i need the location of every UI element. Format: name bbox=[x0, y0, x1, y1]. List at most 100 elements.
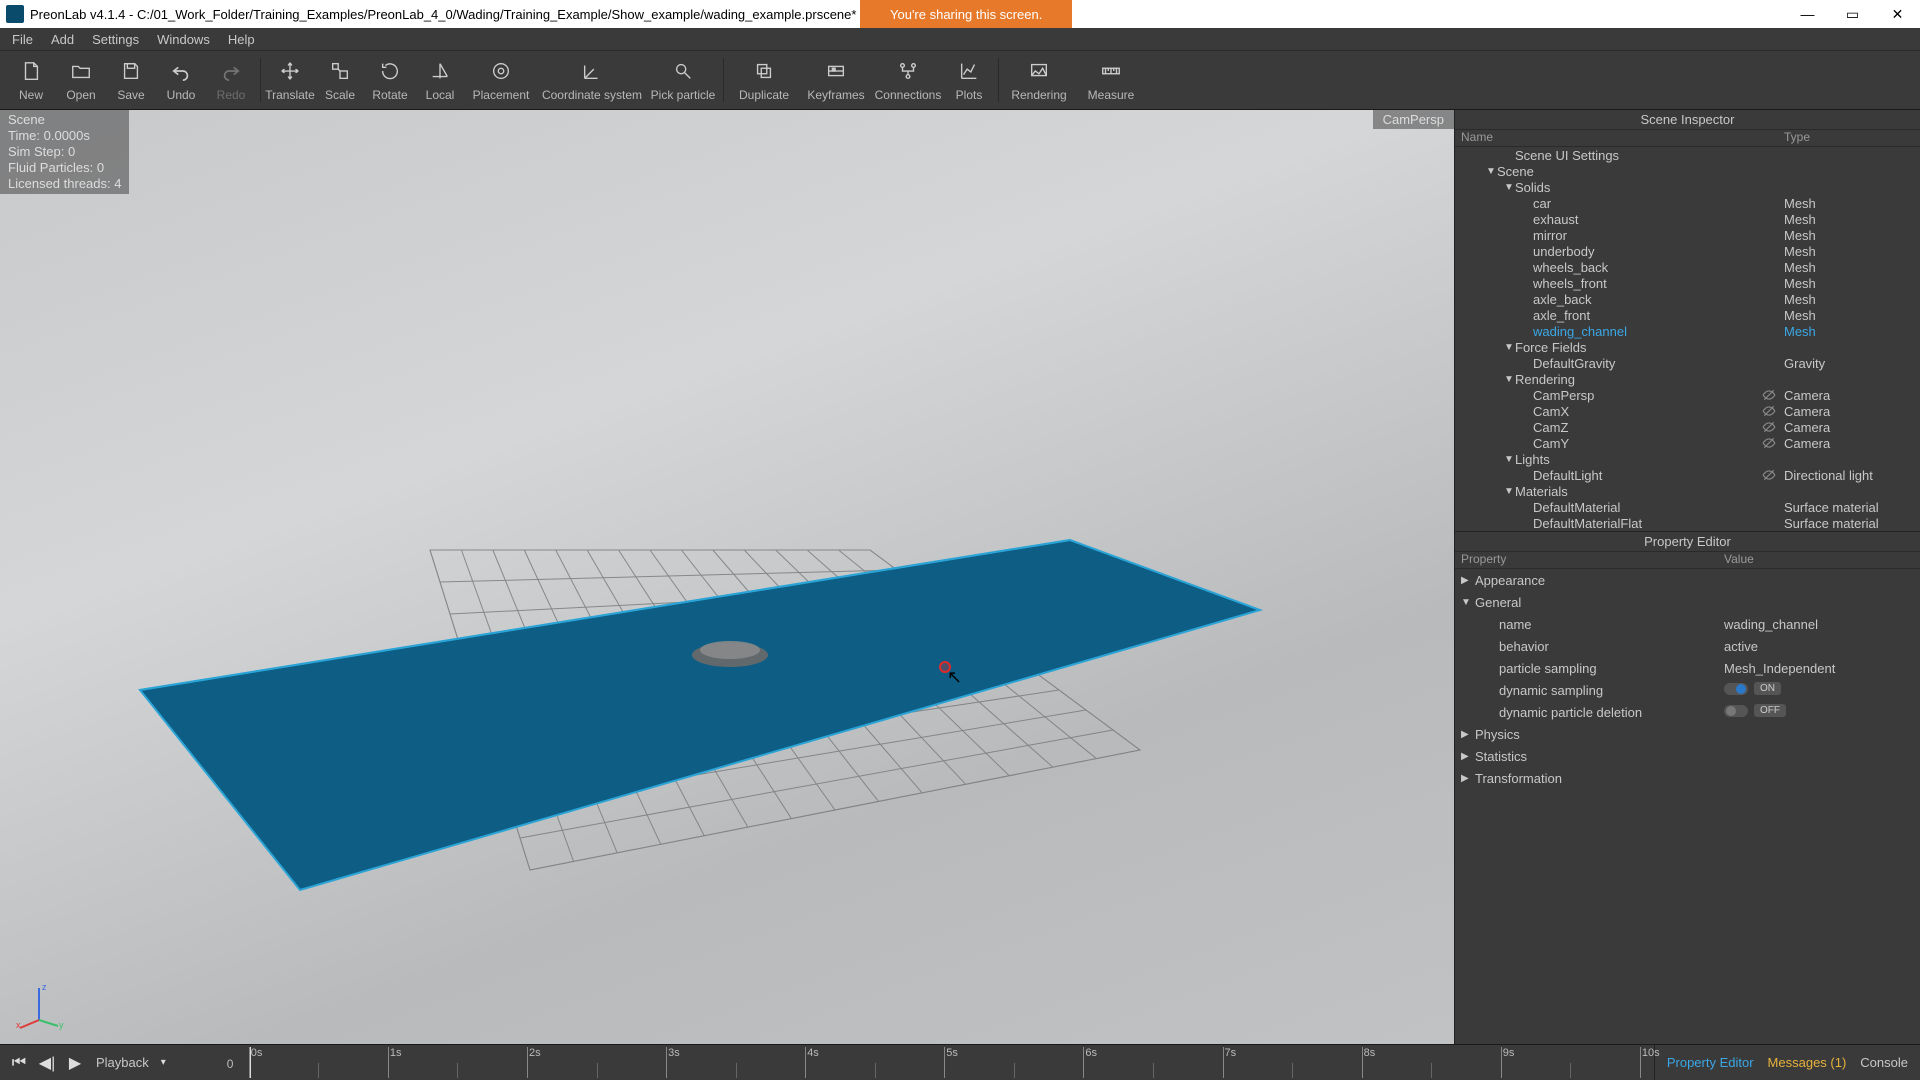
bottom-tabs: Property Editor Messages (1) Console bbox=[1654, 1045, 1920, 1080]
rewind-button[interactable]: ⏮ bbox=[8, 1052, 30, 1074]
toggle-switch[interactable] bbox=[1724, 705, 1748, 717]
toolbar-scale-button[interactable]: Scale bbox=[315, 54, 365, 106]
tree-item-camy[interactable]: CamYCamera bbox=[1455, 435, 1920, 451]
maximize-button[interactable]: ▭ bbox=[1830, 0, 1875, 28]
viewport-3d[interactable]: Scene Time: 0.0000s Sim Step: 0 Fluid Pa… bbox=[0, 110, 1454, 1044]
tick-major bbox=[1362, 1047, 1363, 1078]
toolbar-measure-button[interactable]: Measure bbox=[1075, 54, 1147, 106]
tree-item-wheels_front[interactable]: wheels_frontMesh bbox=[1455, 275, 1920, 291]
menu-file[interactable]: File bbox=[4, 30, 41, 49]
tree-item-materials[interactable]: ▼Materials bbox=[1455, 483, 1920, 499]
toolbar-translate-button[interactable]: Translate bbox=[265, 54, 315, 106]
prop-behavior[interactable]: behavioractive bbox=[1455, 635, 1920, 657]
tick-label: 7s bbox=[1225, 1047, 1237, 1059]
timeline[interactable]: 0 0s1s2s3s4s5s6s7s8s9s10s bbox=[187, 1047, 1648, 1078]
tree-item-defaultmaterialflat[interactable]: DefaultMaterialFlatSurface material bbox=[1455, 515, 1920, 531]
tick-major bbox=[666, 1047, 667, 1078]
tree-item-wading_channel[interactable]: wading_channelMesh bbox=[1455, 323, 1920, 339]
tree-item-scene[interactable]: ▼Scene bbox=[1455, 163, 1920, 179]
prop-group-general[interactable]: ▼General bbox=[1455, 591, 1920, 613]
tick-label: 0s bbox=[251, 1047, 263, 1059]
tree-item-mirror[interactable]: mirrorMesh bbox=[1455, 227, 1920, 243]
timeline-zero: 0 bbox=[227, 1057, 234, 1071]
prop-name[interactable]: namewading_channel bbox=[1455, 613, 1920, 635]
tree-item-defaultlight[interactable]: DefaultLightDirectional light bbox=[1455, 467, 1920, 483]
tick-minor bbox=[1153, 1063, 1154, 1079]
prop-particle-sampling[interactable]: particle samplingMesh_Independent bbox=[1455, 657, 1920, 679]
tree-item-defaultgravity[interactable]: DefaultGravityGravity bbox=[1455, 355, 1920, 371]
prop-group-transformation[interactable]: ▶Transformation bbox=[1455, 767, 1920, 789]
toolbar-connections-button[interactable]: Connections bbox=[872, 54, 944, 106]
tab-console[interactable]: Console bbox=[1860, 1055, 1908, 1070]
expand-arrow-icon: ▼ bbox=[1503, 374, 1515, 385]
toolbar-save-button[interactable]: Save bbox=[106, 54, 156, 106]
toolbar-local-button[interactable]: Local bbox=[415, 54, 465, 106]
toolbar-rotate-button[interactable]: Rotate bbox=[365, 54, 415, 106]
prop-dynamic-particle-deletion[interactable]: dynamic particle deletionOFF bbox=[1455, 701, 1920, 723]
tree-item-solids[interactable]: ▼Solids bbox=[1455, 179, 1920, 195]
toolbar-keyframes-button[interactable]: Keyframes bbox=[800, 54, 872, 106]
tree-item-axle_front[interactable]: axle_frontMesh bbox=[1455, 307, 1920, 323]
prop-group-physics[interactable]: ▶Physics bbox=[1455, 723, 1920, 745]
menu-add[interactable]: Add bbox=[43, 30, 82, 49]
prop-dynamic-sampling[interactable]: dynamic samplingON bbox=[1455, 679, 1920, 701]
menu-help[interactable]: Help bbox=[220, 30, 263, 49]
header-property: Property bbox=[1461, 552, 1724, 566]
viewport-render bbox=[0, 110, 1454, 1010]
stat-particles: Fluid Particles: 0 bbox=[8, 160, 121, 176]
pick-icon bbox=[670, 58, 696, 84]
play-button[interactable]: ▶ bbox=[64, 1052, 86, 1074]
toolbar-open-button[interactable]: Open bbox=[56, 54, 106, 106]
visibility-icon[interactable] bbox=[1762, 388, 1784, 402]
tick-label: 8s bbox=[1364, 1047, 1376, 1059]
viewport-stats: Scene Time: 0.0000s Sim Step: 0 Fluid Pa… bbox=[0, 110, 129, 194]
scene-tree[interactable]: Scene UI Settings▼Scene▼SolidscarMeshexh… bbox=[1455, 147, 1920, 531]
tab-property-editor[interactable]: Property Editor bbox=[1667, 1055, 1754, 1070]
tick-major bbox=[527, 1047, 528, 1078]
prop-group-statistics[interactable]: ▶Statistics bbox=[1455, 745, 1920, 767]
tree-item-exhaust[interactable]: exhaustMesh bbox=[1455, 211, 1920, 227]
tab-messages[interactable]: Messages (1) bbox=[1768, 1055, 1847, 1070]
tick-minor bbox=[457, 1063, 458, 1079]
tree-item-lights[interactable]: ▼Lights bbox=[1455, 451, 1920, 467]
minimize-button[interactable]: — bbox=[1785, 0, 1830, 28]
tree-item-force-fields[interactable]: ▼Force Fields bbox=[1455, 339, 1920, 355]
menu-settings[interactable]: Settings bbox=[84, 30, 147, 49]
tick-minor bbox=[1570, 1063, 1571, 1079]
toolbar-coordinate-system-button[interactable]: Coordinate system bbox=[537, 54, 647, 106]
toolbar: NewOpenSaveUndoRedoTranslateScaleRotateL… bbox=[0, 50, 1920, 110]
visibility-icon[interactable] bbox=[1762, 436, 1784, 450]
tree-item-camx[interactable]: CamXCamera bbox=[1455, 403, 1920, 419]
tree-item-defaultmaterial[interactable]: DefaultMaterialSurface material bbox=[1455, 499, 1920, 515]
toolbar-pick-particle-button[interactable]: Pick particle bbox=[647, 54, 719, 106]
tree-item-car[interactable]: carMesh bbox=[1455, 195, 1920, 211]
tree-item-campersp[interactable]: CamPerspCamera bbox=[1455, 387, 1920, 403]
step-back-button[interactable]: ◀| bbox=[36, 1052, 58, 1074]
transport-controls: ⏮ ◀| ▶ Playback ▾ bbox=[0, 1045, 181, 1080]
toggle-switch[interactable] bbox=[1724, 683, 1748, 695]
playback-dropdown[interactable]: ▾ bbox=[161, 1057, 173, 1069]
tree-item-axle_back[interactable]: axle_backMesh bbox=[1455, 291, 1920, 307]
tree-item-scene-ui-settings[interactable]: Scene UI Settings bbox=[1455, 147, 1920, 163]
prop-group-appearance[interactable]: ▶Appearance bbox=[1455, 569, 1920, 591]
tree-item-wheels_back[interactable]: wheels_backMesh bbox=[1455, 259, 1920, 275]
toolbar-rendering-button[interactable]: Rendering bbox=[1003, 54, 1075, 106]
toolbar-plots-button[interactable]: Plots bbox=[944, 54, 994, 106]
measure-icon bbox=[1098, 58, 1124, 84]
tree-item-rendering[interactable]: ▼Rendering bbox=[1455, 371, 1920, 387]
toolbar-undo-button[interactable]: Undo bbox=[156, 54, 206, 106]
tree-item-underbody[interactable]: underbodyMesh bbox=[1455, 243, 1920, 259]
toolbar-placement-button[interactable]: Placement bbox=[465, 54, 537, 106]
toolbar-new-button[interactable]: New bbox=[6, 54, 56, 106]
menu-windows[interactable]: Windows bbox=[149, 30, 218, 49]
local-icon bbox=[427, 58, 453, 84]
toolbar-duplicate-button[interactable]: Duplicate bbox=[728, 54, 800, 106]
toolbar-redo-button: Redo bbox=[206, 54, 256, 106]
visibility-icon[interactable] bbox=[1762, 420, 1784, 434]
close-button[interactable]: ✕ bbox=[1875, 0, 1920, 28]
expand-arrow-icon: ▼ bbox=[1503, 454, 1515, 465]
visibility-icon[interactable] bbox=[1762, 404, 1784, 418]
visibility-icon[interactable] bbox=[1762, 468, 1784, 482]
keyframes-icon bbox=[823, 58, 849, 84]
tree-item-camz[interactable]: CamZCamera bbox=[1455, 419, 1920, 435]
